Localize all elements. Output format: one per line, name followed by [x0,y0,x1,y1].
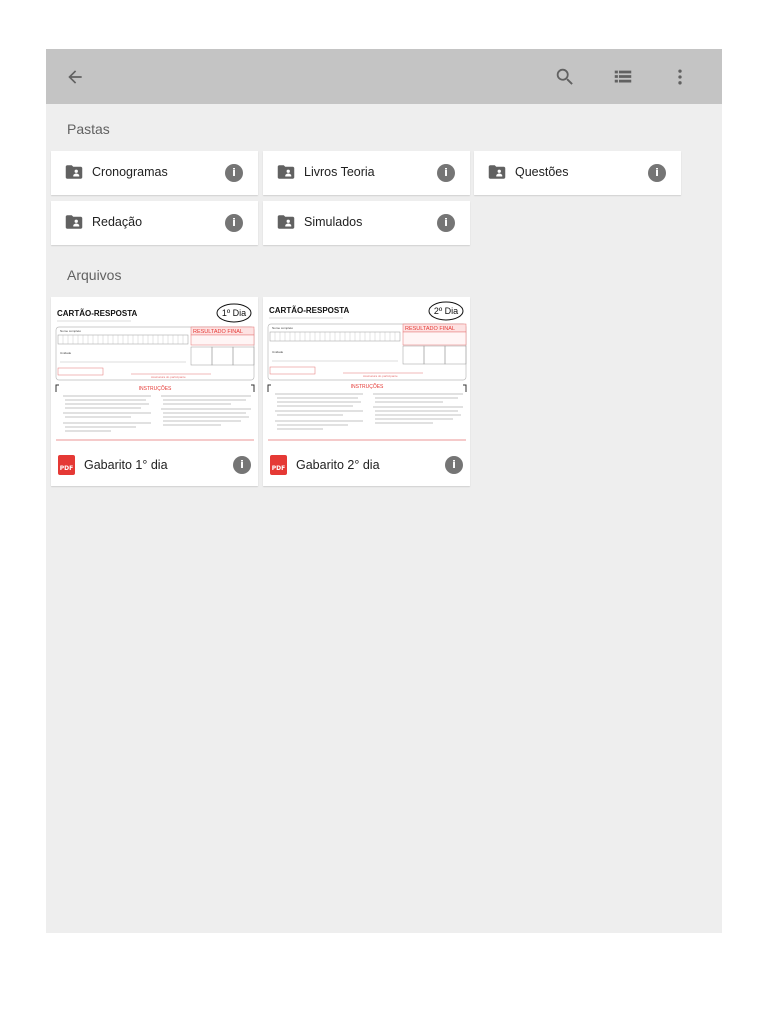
search-button[interactable] [551,63,579,91]
folder-item-redacao[interactable]: Redação i [51,201,258,245]
more-options-button[interactable] [666,63,694,91]
file-label: Gabarito 1° dia [84,458,168,472]
info-button[interactable]: i [233,456,251,474]
file-footer: PDF Gabarito 1° dia i [51,444,258,486]
file-item-gabarito-1[interactable]: CARTÃO-RESPOSTA 1º Dia Nome completo RES… [51,297,258,486]
more-vert-icon [678,69,682,85]
file-type-label: PDF [59,465,74,472]
info-icon: i [452,458,456,471]
thumb-title: CARTÃO-RESPOSTA [269,306,350,315]
thumb-result: RESULTADO FINAL [405,326,455,332]
thumb-field-name: Nome completo [60,329,81,333]
info-icon: i [232,216,236,229]
info-icon: i [655,166,659,179]
file-thumbnail: CARTÃO-RESPOSTA 1º Dia Nome completo RES… [51,297,258,444]
thumb-result: RESULTADO FINAL [193,329,243,335]
info-button[interactable]: i [437,164,455,182]
thumb-day: 1º Dia [222,308,246,318]
file-type-label: PDF [271,465,286,472]
file-label: Gabarito 2° dia [296,458,380,472]
shared-folder-icon [488,165,506,179]
shared-folder-icon [277,165,295,179]
view-toggle-button[interactable] [609,63,637,91]
shared-folder-icon [277,215,295,229]
back-button[interactable] [61,63,89,91]
folder-label: Simulados [304,215,363,229]
info-icon: i [444,166,448,179]
pdf-file-icon: PDF [270,455,287,475]
info-icon: i [232,166,236,179]
list-view-icon [614,70,632,83]
file-item-gabarito-2[interactable]: CARTÃO-RESPOSTA 2º Dia Nome completo RES… [263,297,470,486]
folder-label: Cronogramas [92,165,168,179]
arrow-left-icon [68,70,82,84]
info-button[interactable]: i [445,456,463,474]
file-footer: PDF Gabarito 2° dia i [263,444,470,486]
thumb-title: CARTÃO-RESPOSTA [57,309,138,318]
info-button[interactable]: i [225,164,243,182]
thumb-day: 2º Dia [434,306,458,316]
app-bar [46,49,722,104]
shared-folder-icon [65,215,83,229]
folder-label: Questões [515,165,569,179]
file-thumbnail: CARTÃO-RESPOSTA 2º Dia Nome completo RES… [263,297,470,444]
file-browser-panel: Pastas Cronogramas i Livros Teoria i Que… [46,49,722,933]
folder-label: Livros Teoria [304,165,375,179]
info-button[interactable]: i [648,164,666,182]
folder-item-simulados[interactable]: Simulados i [263,201,470,245]
folders-section-title: Pastas [67,121,110,137]
thumb-field-unit: Unidade [60,351,72,355]
thumb-instructions: INSTRUÇÕES [139,385,172,392]
thumb-field-name: Nome completo [272,326,293,330]
files-section-title: Arquivos [67,267,122,283]
pdf-file-icon: PDF [58,455,75,475]
folder-item-questoes[interactable]: Questões i [474,151,681,195]
info-button[interactable]: i [225,214,243,232]
thumb-signature: Assinatura do participante [363,374,398,378]
info-button[interactable]: i [437,214,455,232]
info-icon: i [444,216,448,229]
info-icon: i [240,458,244,471]
folder-item-livros-teoria[interactable]: Livros Teoria i [263,151,470,195]
thumb-instructions: INSTRUÇÕES [351,383,384,390]
thumb-field-unit: Unidade [272,350,284,354]
search-icon [556,68,573,85]
thumb-signature: Assinatura do participante [151,375,186,379]
folder-label: Redação [92,215,143,229]
shared-folder-icon [65,165,83,179]
folder-item-cronogramas[interactable]: Cronogramas i [51,151,258,195]
